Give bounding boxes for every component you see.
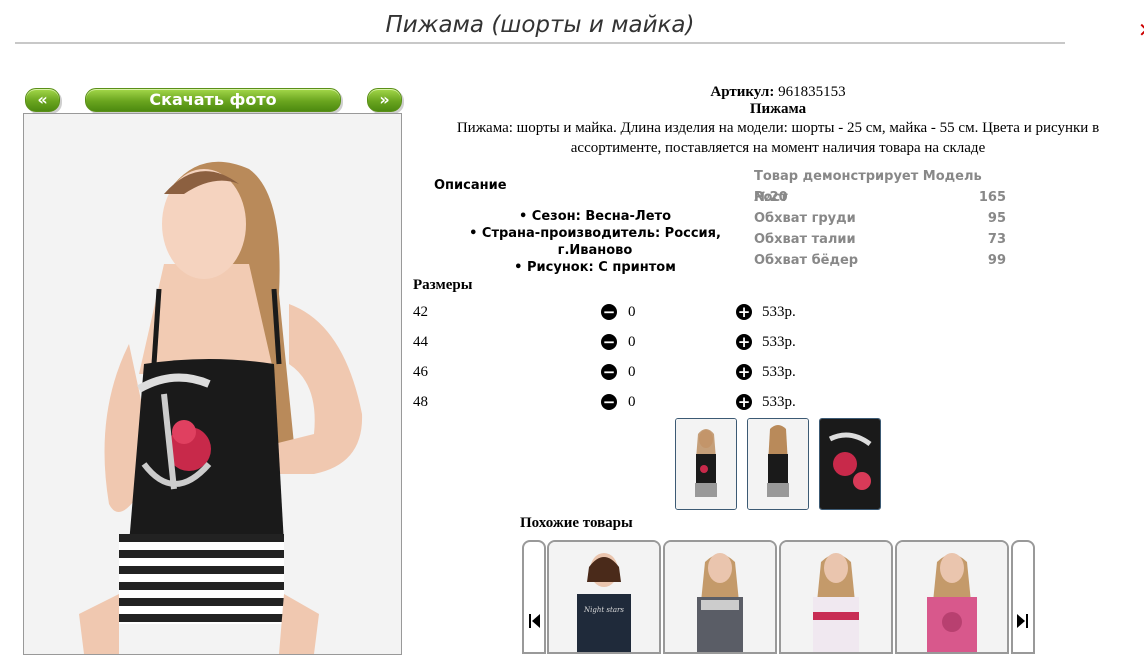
measure-label: Обхват груди: [754, 211, 856, 226]
next-photo-button[interactable]: »: [367, 88, 402, 112]
size-value: 42: [413, 304, 428, 320]
model-illustration: [24, 114, 401, 654]
size-row: 44 − 0 + 533р.: [413, 332, 813, 354]
title-divider: [15, 42, 1065, 44]
similar-item[interactable]: [895, 540, 1009, 654]
size-row: 48 − 0 + 533р.: [413, 392, 813, 414]
thumb-image: [820, 419, 880, 509]
sizes-heading: Размеры: [413, 277, 473, 293]
close-icon[interactable]: ✕: [1138, 20, 1144, 40]
similar-item[interactable]: [663, 540, 777, 654]
model-measurements: Товар демонстрирует Модель №20 Рост 165 О…: [754, 166, 1006, 271]
thumb-image: [748, 419, 808, 509]
measure-label: Обхват бёдер: [754, 253, 859, 268]
plus-circle-icon[interactable]: +: [736, 394, 752, 410]
carousel-prev-button[interactable]: [522, 540, 546, 654]
similar-item-image: Night stars: [549, 542, 659, 652]
minus-circle-icon[interactable]: −: [601, 364, 617, 380]
similar-item[interactable]: Night stars: [547, 540, 661, 654]
size-row: 42 − 0 + 533р.: [413, 302, 813, 324]
article-label: Артикул:: [710, 84, 775, 100]
carousel-next-button[interactable]: [1011, 540, 1035, 654]
size-value: 46: [413, 364, 428, 380]
minus-circle-icon[interactable]: −: [601, 394, 617, 410]
skip-back-icon: [529, 614, 540, 628]
price-value: 533р.: [762, 394, 796, 410]
quantity-value: 0: [628, 334, 636, 350]
quantity-value: 0: [628, 364, 636, 380]
prev-photo-button[interactable]: «: [25, 88, 60, 112]
quantity-value: 0: [628, 304, 636, 320]
photo-thumbnail-back[interactable]: [747, 418, 809, 510]
similar-item-image: [665, 542, 775, 652]
skip-forward-icon: [1017, 614, 1028, 628]
minus-circle-icon[interactable]: −: [601, 304, 617, 320]
size-row: 46 − 0 + 533р.: [413, 362, 813, 384]
detail-country: • Страна-производитель: Россия, г.Иванов…: [469, 226, 721, 258]
measure-label: Обхват талии: [754, 232, 856, 247]
quantity-value: 0: [628, 394, 636, 410]
plus-circle-icon[interactable]: +: [736, 364, 752, 380]
size-value: 48: [413, 394, 428, 410]
article-value: 961835153: [778, 84, 846, 100]
print-text: Night stars: [583, 606, 624, 614]
price-value: 533р.: [762, 364, 796, 380]
measure-value: 99: [987, 253, 1006, 268]
description-heading: Описание: [434, 178, 507, 193]
thumb-image: [676, 419, 736, 509]
similar-heading: Похожие товары: [520, 515, 633, 531]
model-label: Товар демонстрирует Модель №20: [754, 169, 982, 205]
plus-circle-icon[interactable]: +: [736, 304, 752, 320]
plus-circle-icon[interactable]: +: [736, 334, 752, 350]
detail-pattern: • Рисунок: С принтом: [514, 260, 676, 275]
minus-circle-icon[interactable]: −: [601, 334, 617, 350]
detail-season: • Сезон: Весна-Лето: [518, 209, 672, 224]
measure-value: 95: [987, 211, 1006, 226]
product-name: Пижама: [749, 101, 807, 117]
main-product-photo[interactable]: [23, 113, 402, 655]
measure-value: 165: [978, 190, 1006, 205]
similar-item-image: [897, 542, 1007, 652]
price-value: 533р.: [762, 304, 796, 320]
size-value: 44: [413, 334, 428, 350]
measure-label: Рост: [754, 190, 788, 205]
measure-value: 73: [987, 232, 1006, 247]
price-value: 533р.: [762, 334, 796, 350]
photo-thumbnail-front[interactable]: [675, 418, 737, 510]
download-photo-button[interactable]: Скачать фото: [85, 88, 341, 112]
page-title: Пижама (шорты и майка): [385, 12, 695, 38]
photo-thumbnail-print[interactable]: [819, 418, 881, 510]
similar-item-image: [781, 542, 891, 652]
article-line: Артикул: 961835153: [413, 84, 1143, 101]
similar-item[interactable]: [779, 540, 893, 654]
product-description: Пижама: шорты и майка. Длина изделия на …: [456, 120, 1100, 156]
